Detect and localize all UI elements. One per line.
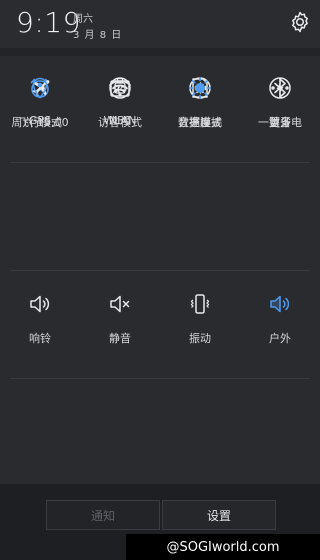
tile-label: 户外 — [269, 332, 291, 345]
tile-nfc[interactable]: N NFC — [80, 56, 160, 162]
notification-button[interactable]: 通知 — [46, 500, 160, 530]
divider — [10, 378, 310, 379]
status-bar: 9:19 周六 3 月 8 日 — [0, 0, 320, 48]
quick-settings-panel: 周六 15:00 访客模式 音控模式 一键省电 响铃 静音 振动 户外 飞行模式… — [0, 56, 320, 484]
divider — [10, 270, 310, 271]
tile-label: GPS — [28, 114, 52, 127]
svg-text:N: N — [118, 86, 122, 92]
tile-row: 响铃 静音 振动 户外 — [0, 272, 320, 378]
tile-label: 振动 — [189, 332, 211, 345]
tile-label: 响铃 — [29, 332, 51, 345]
tile-mute[interactable]: 静音 — [80, 272, 160, 378]
tile-label: NFC — [108, 114, 132, 127]
tile-vibrate[interactable]: 振动 — [160, 272, 240, 378]
location-pin-icon — [28, 76, 52, 100]
tile-gps[interactable]: GPS — [0, 56, 80, 162]
divider — [10, 162, 310, 163]
tile-brightness[interactable]: 亮度 — [160, 56, 240, 162]
nfc-icon: N — [108, 76, 132, 100]
tile-outdoor[interactable]: 户外 — [240, 272, 320, 378]
tile-row: GPS N NFC 亮度 更多 — [0, 56, 320, 162]
clock-time: 9:19 — [16, 6, 81, 39]
tile-label: 亮度 — [189, 116, 211, 129]
watermark: @SOGIworld.com — [126, 534, 320, 560]
weekday-label: 周六 — [73, 14, 93, 25]
brightness-icon — [188, 76, 212, 100]
tile-ring[interactable]: 响铃 — [0, 272, 80, 378]
mute-icon — [108, 292, 132, 316]
date-label: 3 月 8 日 — [73, 30, 123, 41]
ring-volume-icon — [28, 292, 52, 316]
tile-label: 静音 — [109, 332, 131, 345]
tile-label: 更多 — [269, 116, 291, 129]
vibrate-icon — [188, 292, 212, 316]
settings-button[interactable]: 设置 — [162, 500, 276, 530]
gear-icon[interactable] — [288, 10, 312, 34]
more-dots-icon — [268, 76, 292, 100]
tile-more[interactable]: 更多 — [240, 56, 320, 162]
outdoor-volume-icon — [268, 292, 292, 316]
